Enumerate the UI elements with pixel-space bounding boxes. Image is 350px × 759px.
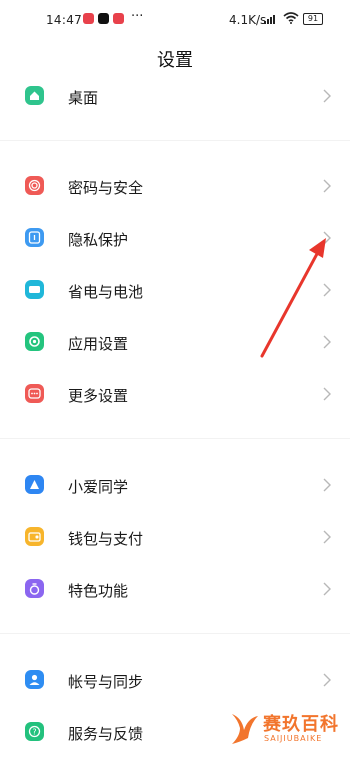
chevron-right-icon (323, 582, 331, 596)
section-divider (0, 140, 350, 141)
settings-item-wallet[interactable]: 钱包与支付 (0, 518, 350, 558)
app-settings-icon (25, 332, 44, 351)
chevron-right-icon (323, 530, 331, 544)
watermark-logo-icon (232, 714, 258, 744)
wallet-icon (25, 527, 44, 546)
settings-item-label: 特色功能 (68, 582, 129, 600)
features-icon (25, 579, 44, 598)
chevron-right-icon (323, 478, 331, 492)
section-divider (0, 633, 350, 634)
chevron-right-icon (323, 179, 331, 193)
watermark-subtext: SAIJIUBAIKE (264, 734, 323, 743)
settings-item-desktop[interactable]: 桌面 (0, 77, 350, 117)
more-icon (25, 384, 44, 403)
assistant-icon (25, 475, 44, 494)
settings-item-privacy[interactable]: 隐私保护 (0, 219, 350, 259)
section-divider (0, 438, 350, 439)
chevron-right-icon (323, 231, 331, 245)
settings-item-label: 帐号与同步 (68, 673, 144, 691)
notification-app-icon (83, 13, 94, 24)
fingerprint-icon (25, 176, 44, 195)
account-icon (25, 670, 44, 689)
chevron-right-icon (323, 89, 331, 103)
settings-item-label: 桌面 (68, 89, 99, 107)
settings-item-label: 密码与安全 (68, 179, 144, 197)
settings-item-app-settings[interactable]: 应用设置 (0, 323, 350, 363)
svg-text:?: ? (32, 728, 36, 737)
more-notifications-icon: ··· (131, 9, 144, 24)
signal-icon (264, 14, 278, 24)
watermark-text: 赛玖百科 (263, 714, 339, 735)
chevron-right-icon (323, 283, 331, 297)
settings-item-label: 省电与电池 (68, 283, 144, 301)
settings-item-label: 服务与反馈 (68, 725, 144, 743)
settings-item-xiaoai[interactable]: 小爱同学 (0, 466, 350, 506)
page-title: 设置 (157, 50, 193, 71)
settings-item-account-sync[interactable]: 帐号与同步 (0, 661, 350, 701)
chevron-right-icon (323, 387, 331, 401)
privacy-icon (25, 228, 44, 247)
battery-indicator: 91 (303, 13, 323, 25)
status-time: 14:47 (46, 13, 83, 27)
settings-item-password-security[interactable]: 密码与安全 (0, 167, 350, 207)
home-icon (25, 86, 44, 105)
notification-app-icon (113, 13, 124, 24)
settings-item-label: 应用设置 (68, 335, 129, 353)
settings-item-label: 更多设置 (68, 387, 129, 405)
settings-item-more-settings[interactable]: 更多设置 (0, 375, 350, 415)
battery-icon (25, 280, 44, 299)
chevron-right-icon (323, 673, 331, 687)
settings-item-label: 隐私保护 (68, 231, 129, 249)
chevron-right-icon (323, 335, 331, 349)
settings-item-label: 小爱同学 (68, 478, 129, 496)
status-bar: 14:47 ··· 4.1K/s 91 (0, 0, 350, 40)
wifi-icon (283, 12, 299, 24)
network-speed: 4.1K/s (229, 13, 267, 27)
feedback-icon: ? (25, 722, 44, 741)
watermark: 赛玖百科 SAIJIUBAIKE (226, 706, 346, 752)
tiktok-icon (98, 13, 109, 24)
settings-item-features[interactable]: 特色功能 (0, 570, 350, 610)
settings-item-battery[interactable]: 省电与电池 (0, 271, 350, 311)
settings-item-label: 钱包与支付 (68, 530, 144, 548)
